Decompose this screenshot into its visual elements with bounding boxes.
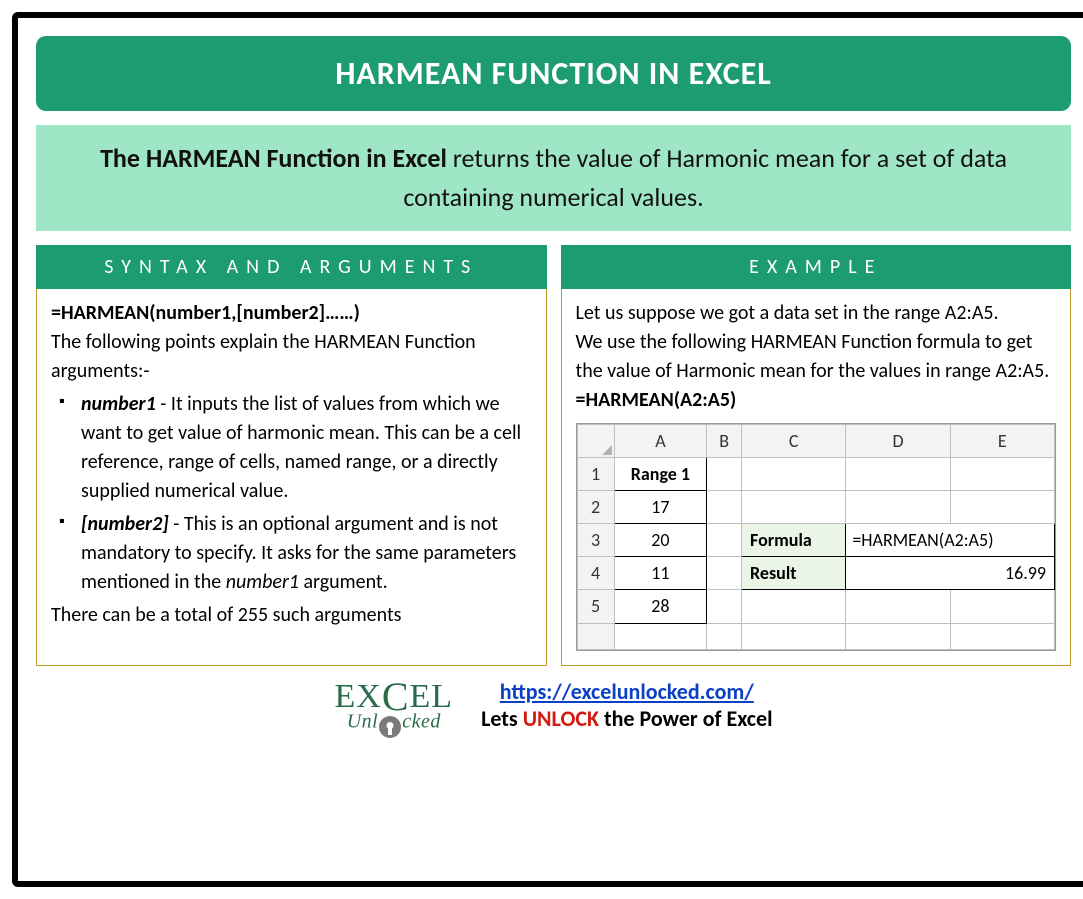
document-frame: HARMEAN FUNCTION IN EXCEL The HARMEAN Fu… (12, 12, 1083, 887)
data-cell: 20 (614, 524, 707, 557)
syntax-formula: =HARMEAN(number1,[number2]……) (51, 299, 532, 328)
example-body: Let us suppose we got a data set in the … (561, 289, 1072, 666)
empty-cell (742, 458, 846, 491)
arg1-name: number1 (81, 392, 156, 416)
empty-cell (950, 590, 1054, 623)
keyhole-icon (379, 716, 401, 738)
empty-cell (846, 590, 950, 623)
empty-cell (846, 623, 950, 649)
colhdr-D: D (846, 425, 950, 458)
syntax-header: SYNTAX AND ARGUMENTS (36, 245, 547, 289)
arg2-name: [number2] (81, 512, 169, 536)
data-cell: 11 (614, 557, 707, 590)
formula-label-cell: Formula (742, 524, 846, 557)
page-title: HARMEAN FUNCTION IN EXCEL (36, 36, 1071, 111)
empty-cell (846, 491, 950, 524)
columns: SYNTAX AND ARGUMENTS =HARMEAN(number1,[n… (36, 245, 1071, 666)
sheet-corner (577, 425, 614, 458)
footer-link[interactable]: https://excelunlocked.com/ (500, 678, 754, 705)
logo-text-1: EX (335, 678, 382, 715)
empty-cell (742, 623, 846, 649)
empty-cell (707, 623, 742, 649)
empty-cell (707, 524, 742, 557)
empty-cell (614, 623, 707, 649)
logo: EXCEL Unlcked (335, 676, 454, 735)
rowhdr: 2 (577, 491, 614, 524)
arg2-trail-italic: number1 (226, 570, 299, 594)
empty-cell (707, 557, 742, 590)
rowhdr (577, 623, 614, 649)
logo-text-2: EL (410, 678, 454, 715)
syntax-body: =HARMEAN(number1,[number2]……) The follow… (36, 289, 547, 666)
example-line2: We use the following HARMEAN Function fo… (576, 328, 1057, 386)
range-header-cell: Range 1 (614, 458, 707, 491)
empty-cell (742, 590, 846, 623)
logo-top: EXCEL (335, 676, 454, 713)
syntax-column: SYNTAX AND ARGUMENTS =HARMEAN(number1,[n… (36, 245, 547, 666)
empty-cell (707, 491, 742, 524)
data-cell: 28 (614, 590, 707, 623)
empty-cell (950, 623, 1054, 649)
result-label-cell: Result (742, 557, 846, 590)
tagline-post: the Power of Excel (599, 705, 772, 732)
result-value-cell: 16.99 (846, 557, 1055, 590)
argument-item: number1 - It inputs the list of values f… (57, 390, 532, 506)
empty-cell (950, 458, 1054, 491)
tagline-unlock: UNLOCK (523, 705, 599, 732)
syntax-intro: The following points explain the HARMEAN… (51, 328, 532, 386)
rowhdr: 5 (577, 590, 614, 623)
description-banner: The HARMEAN Function in Excel returns th… (36, 125, 1071, 231)
spreadsheet-table: A B C D E 1 Range 1 (577, 424, 1056, 650)
rowhdr: 1 (577, 458, 614, 491)
rowhdr: 4 (577, 557, 614, 590)
logo-bottom: Unlcked (347, 712, 441, 734)
empty-cell (707, 590, 742, 623)
logo-big-c-icon: C (382, 679, 410, 715)
example-formula: =HARMEAN(A2:A5) (576, 386, 1057, 415)
footer: EXCEL Unlcked https://excelunlocked.com/… (36, 676, 1071, 735)
formula-value-cell: =HARMEAN(A2:A5) (846, 524, 1055, 557)
example-line1: Let us suppose we got a data set in the … (576, 299, 1057, 328)
colhdr-A: A (614, 425, 707, 458)
empty-cell (707, 458, 742, 491)
empty-cell (846, 458, 950, 491)
colhdr-E: E (950, 425, 1054, 458)
colhdr-B: B (707, 425, 742, 458)
spreadsheet: A B C D E 1 Range 1 (576, 423, 1057, 651)
arg2-trail-after: argument. (299, 570, 388, 594)
description-rest: returns the value of Harmonic mean for a… (403, 142, 1007, 213)
example-column: EXAMPLE Let us suppose we got a data set… (561, 245, 1072, 666)
data-cell: 17 (614, 491, 707, 524)
description-bold: The HARMEAN Function in Excel (100, 142, 447, 174)
empty-cell (950, 491, 1054, 524)
argument-item: [number2] - This is an optional argument… (57, 510, 532, 597)
footer-text: https://excelunlocked.com/ Lets UNLOCK t… (481, 678, 772, 732)
colhdr-C: C (742, 425, 846, 458)
tagline-pre: Lets (481, 705, 523, 732)
example-header: EXAMPLE (561, 245, 1072, 289)
argument-list: number1 - It inputs the list of values f… (51, 390, 532, 597)
syntax-note: There can be a total of 255 such argumen… (51, 601, 532, 630)
rowhdr: 3 (577, 524, 614, 557)
empty-cell (742, 491, 846, 524)
